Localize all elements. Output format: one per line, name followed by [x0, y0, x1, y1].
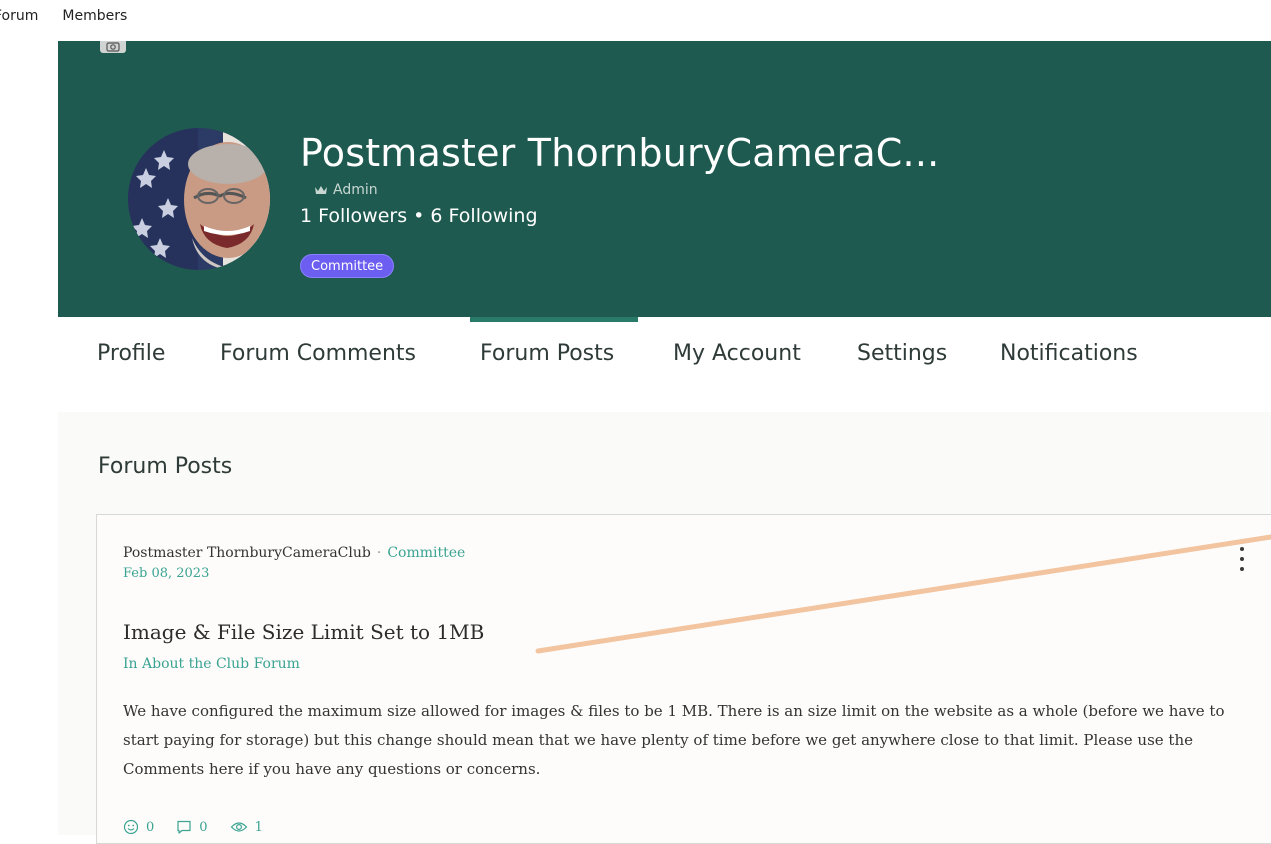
follow-stats[interactable]: 1 Followers • 6 Following [300, 205, 538, 227]
tab-my-account[interactable]: My Account [673, 341, 801, 366]
post-author[interactable]: Postmaster ThornburyCameraClub [123, 545, 371, 561]
active-tab-indicator [470, 317, 638, 322]
comment-count: 0 [199, 819, 208, 835]
site-nav: Forum Members [0, 0, 127, 32]
role-label: Admin [314, 182, 378, 198]
kebab-menu-icon[interactable] [1239, 547, 1245, 571]
nav-link-members[interactable]: Members [62, 8, 127, 24]
post-body: We have configured the maximum size allo… [123, 702, 1225, 778]
like-count: 0 [146, 819, 155, 835]
profile-name: Postmaster ThornburyCameraC... [300, 131, 940, 175]
crown-icon [315, 186, 327, 194]
post-date: Feb 08, 2023 [123, 566, 210, 581]
committee-badge: Committee [300, 254, 395, 278]
comment-stat[interactable]: 0 [176, 819, 208, 835]
post-card[interactable]: Postmaster ThornburyCameraClub · Committee… [96, 514, 1271, 844]
smiley-icon [123, 819, 139, 835]
comment-icon [177, 820, 191, 834]
post-forum-link[interactable]: In About the Club Forum [123, 656, 300, 672]
post-stats: 0 0 1 [123, 819, 285, 835]
like-stat[interactable]: 0 [123, 819, 154, 835]
role-text: Admin [333, 182, 378, 198]
camera-icon [106, 42, 120, 52]
tab-forum-posts[interactable]: Forum Posts [480, 341, 614, 366]
avatar[interactable] [128, 128, 270, 270]
profile-cover: Postmaster ThornburyCameraC... Admin 1 F… [58, 41, 1271, 317]
view-stat: 1 [230, 819, 263, 835]
post-meta: Postmaster ThornburyCameraClub · Committee [123, 545, 465, 561]
meta-separator: · [376, 545, 382, 561]
section-title: Forum Posts [98, 454, 233, 479]
tab-forum-comments[interactable]: Forum Comments [220, 341, 416, 366]
view-count: 1 [254, 819, 263, 835]
tab-notifications[interactable]: Notifications [1000, 341, 1138, 366]
tab-settings[interactable]: Settings [857, 341, 947, 366]
eye-icon [230, 822, 247, 832]
change-cover-button[interactable] [100, 41, 126, 53]
tab-profile[interactable]: Profile [97, 341, 165, 366]
post-title[interactable]: Image & File Size Limit Set to 1MB [123, 620, 484, 644]
post-author-role: Committee [387, 545, 466, 561]
nav-link-forum[interactable]: Forum [0, 8, 38, 24]
profile-tabs: Profile Forum Comments Forum Posts My Ac… [58, 317, 1271, 393]
forum-posts-section: Forum Posts Postmaster ThornburyCameraCl… [58, 412, 1271, 844]
